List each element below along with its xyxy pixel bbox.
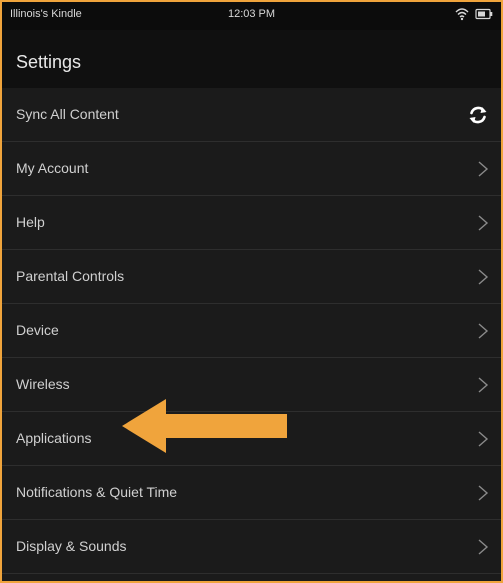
settings-list: Sync All Content My Account Help Parenta… [2,88,501,574]
kindle-screen: Illinois's Kindle 12:03 PM Settings Sync… [0,0,503,583]
chevron-right-icon [478,323,489,339]
settings-item-label: Wireless [16,376,70,392]
chevron-right-icon [478,269,489,285]
settings-item-my-account[interactable]: My Account [2,142,501,196]
settings-item-device[interactable]: Device [2,304,501,358]
battery-icon [475,8,493,20]
chevron-right-icon [478,539,489,555]
settings-item-label: My Account [16,160,89,176]
settings-item-label: Sync All Content [16,106,119,122]
status-time: 12:03 PM [227,8,276,20]
status-icons [455,7,493,21]
settings-item-sync-all-content[interactable]: Sync All Content [2,88,501,142]
settings-item-label: Help [16,214,45,230]
wifi-icon [455,8,469,21]
chevron-right-icon [478,215,489,231]
settings-item-display-sounds[interactable]: Display & Sounds [2,520,501,574]
status-bar: Illinois's Kindle 12:03 PM [2,2,501,30]
settings-header: Settings [2,30,501,88]
settings-item-label: Parental Controls [16,268,125,284]
chevron-right-icon [478,377,489,393]
chevron-right-icon [478,431,489,447]
arrow-left-icon [122,399,287,453]
chevron-right-icon [478,485,489,501]
settings-item-label: Applications [16,430,92,446]
sync-icon[interactable] [467,104,489,126]
page-title: Settings [16,52,82,72]
settings-item-label: Display & Sounds [16,538,127,554]
settings-item-label: Notifications & Quiet Time [16,484,178,500]
settings-item-help[interactable]: Help [2,196,501,250]
chevron-right-icon [478,161,489,177]
settings-item-parental-controls[interactable]: Parental Controls [2,250,501,304]
settings-item-label: Device [16,322,59,338]
settings-item-notifications-quiet-time[interactable]: Notifications & Quiet Time [2,466,501,520]
